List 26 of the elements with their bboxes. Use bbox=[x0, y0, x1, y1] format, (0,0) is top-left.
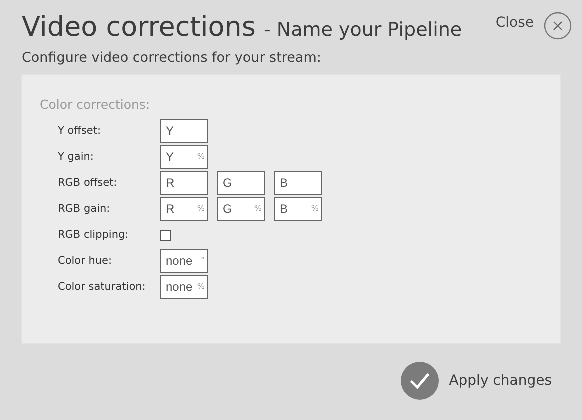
field-label: Color saturation: bbox=[57, 281, 147, 293]
checkmark-icon[interactable] bbox=[401, 362, 440, 400]
field-label: Y offset: bbox=[57, 125, 102, 137]
input-field[interactable]: B bbox=[274, 171, 322, 195]
description-text: Configure video corrections for your stream: bbox=[22, 50, 322, 66]
input-field[interactable]: G bbox=[217, 171, 265, 195]
unit-label: % bbox=[197, 204, 205, 214]
input-field[interactable]: Y bbox=[160, 119, 208, 143]
close-link[interactable]: Close bbox=[496, 15, 534, 31]
unit-label: % bbox=[311, 204, 319, 214]
dialog-title: Video corrections bbox=[22, 12, 256, 43]
unit-label: ° bbox=[201, 256, 205, 266]
field-label: Y gain: bbox=[57, 151, 95, 163]
pipeline-subtitle: - Name your Pipeline bbox=[264, 19, 462, 41]
close-icon[interactable] bbox=[544, 12, 572, 40]
unit-label: % bbox=[197, 152, 205, 162]
section-title: Color corrections: bbox=[40, 97, 152, 112]
unit-label: % bbox=[197, 282, 205, 292]
apply-button[interactable]: Apply changes bbox=[449, 373, 552, 389]
field-label: RGB gain: bbox=[57, 203, 112, 215]
checkbox[interactable] bbox=[160, 230, 171, 240]
unit-label: % bbox=[254, 204, 262, 214]
input-field[interactable]: R bbox=[160, 171, 208, 195]
field-label: Color hue: bbox=[57, 255, 114, 267]
field-label: RGB offset: bbox=[57, 177, 118, 189]
field-label: RGB clipping: bbox=[57, 229, 130, 241]
